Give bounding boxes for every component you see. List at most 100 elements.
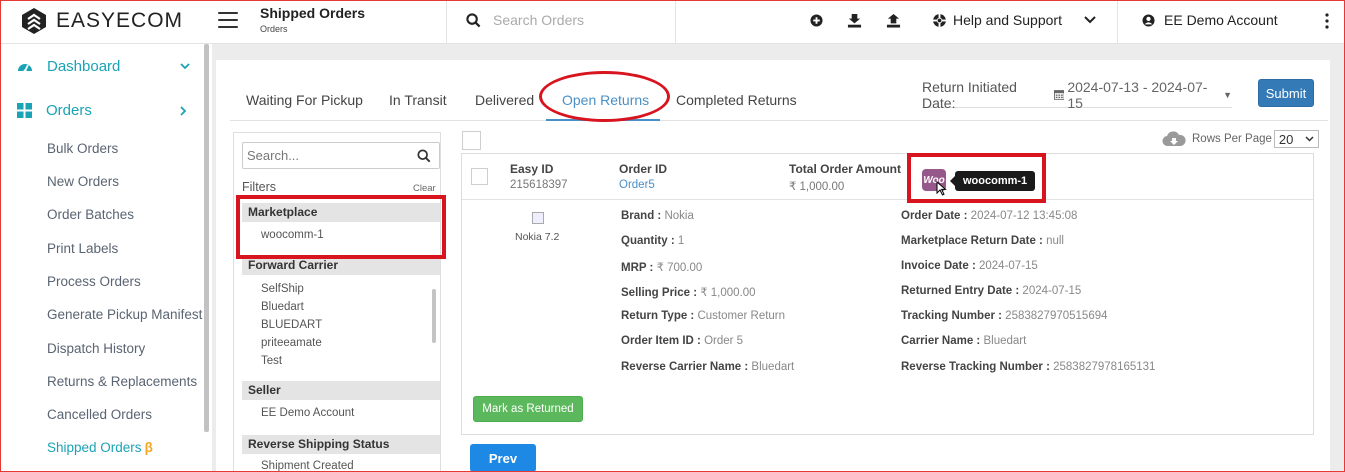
tabs-divider: [230, 120, 1328, 121]
sidebar-item-shipped-orders[interactable]: Shipped Orders β: [47, 440, 153, 455]
sidebar-item-new-orders[interactable]: New Orders: [47, 174, 119, 189]
sidebar-item-label: Shipped Orders: [47, 440, 142, 455]
submit-button[interactable]: Submit: [1258, 79, 1314, 107]
detail-order-date: Order Date : 2024-07-12 13:45:08: [901, 210, 1078, 222]
sidebar-item-process-orders[interactable]: Process Orders: [47, 274, 141, 289]
tab-in-transit[interactable]: In Transit: [389, 92, 447, 108]
select-all-checkbox[interactable]: [462, 131, 481, 150]
sidebar-item-dispatch-history[interactable]: Dispatch History: [47, 341, 145, 356]
order-search[interactable]: [466, 12, 663, 28]
detail-invoice-date: Invoice Date : 2024-07-15: [901, 260, 1038, 272]
brand-name: EASYECOM: [56, 9, 184, 32]
order-select-checkbox[interactable]: [471, 168, 488, 185]
divider: [675, 0, 676, 44]
highlight-box-marketplace: [236, 195, 446, 259]
return-date-filter[interactable]: Return Initiated Date: 2024-07-13 - 2024…: [922, 78, 1232, 111]
divider: [1117, 0, 1118, 44]
user-circle-icon: [1142, 13, 1155, 27]
detail-quantity: Quantity : 1: [621, 235, 685, 247]
detail-mrp: MRP : ₹ 700.00: [621, 262, 703, 274]
filter-option[interactable]: SelfShip: [261, 283, 304, 295]
filter-search-field[interactable]: [242, 142, 440, 169]
sidebar-scrollbar[interactable]: [204, 44, 209, 432]
sidebar-item-returns-replacements[interactable]: Returns & Replacements: [47, 374, 197, 389]
page-title: Shipped Orders: [260, 5, 366, 21]
filters-panel: Filters Clear Marketplace woocomm-1 Forw…: [233, 132, 441, 472]
filters-title: Filters: [242, 180, 277, 194]
page-subtitle: Orders: [260, 24, 288, 34]
beta-badge: β: [144, 440, 153, 455]
sidebar-item-dashboard[interactable]: Dashboard: [17, 58, 190, 75]
headset-icon: [932, 13, 947, 27]
filter-group-seller[interactable]: Seller: [242, 381, 440, 400]
sidebar-item-label: Dashboard: [47, 58, 121, 75]
chevron-down-icon: [1305, 136, 1314, 142]
filter-group-reverse-shipping-status[interactable]: Reverse Shipping Status: [242, 435, 440, 454]
help-and-support-menu[interactable]: Help and Support: [932, 12, 1096, 28]
order-id-label: Order ID: [619, 162, 668, 176]
sidebar-item-bulk-orders[interactable]: Bulk Orders: [47, 141, 118, 156]
sidebar-item-label: Orders: [46, 102, 92, 119]
logo[interactable]: EASYECOM: [20, 7, 183, 35]
divider: [446, 0, 447, 44]
easy-id-value: 215618397: [510, 179, 568, 191]
prev-page-button[interactable]: Prev: [470, 444, 536, 472]
carrier-list-scrollbar[interactable]: [432, 289, 436, 343]
download-icon[interactable]: [846, 12, 862, 28]
detail-marketplace-return-date: Marketplace Return Date : null: [901, 235, 1064, 247]
filter-option[interactable]: EE Demo Account: [261, 407, 354, 419]
add-circle-icon[interactable]: [808, 12, 824, 28]
clear-filters-link[interactable]: Clear: [413, 183, 436, 194]
filter-option[interactable]: BLUEDART: [261, 319, 322, 331]
tab-completed-returns[interactable]: Completed Returns: [676, 92, 797, 108]
highlight-box-woocommerce: [907, 153, 1046, 203]
highlight-oval: [539, 71, 670, 122]
page-title-block: Shipped Orders Orders: [260, 5, 365, 34]
tab-delivered[interactable]: Delivered: [475, 92, 534, 108]
help-label: Help and Support: [953, 12, 1062, 28]
return-date-value: 2024-07-13 - 2024-07-15: [1067, 78, 1208, 111]
sidebar-item-generate-pickup-manifest[interactable]: Generate Pickup Manifest: [47, 307, 202, 322]
search-icon: [466, 12, 481, 27]
hamburger-menu-icon[interactable]: [218, 10, 238, 30]
detail-tracking-number: Tracking Number : 2583827970515694: [901, 310, 1108, 322]
easyecom-logo-icon: [22, 8, 46, 34]
total-amount-label: Total Order Amount: [789, 162, 901, 176]
top-bar: EASYECOM Shipped Orders Orders Help and …: [0, 0, 1345, 44]
detail-selling-price: Selling Price : ₹ 1,000.00: [621, 287, 756, 299]
more-options-icon[interactable]: [1325, 13, 1329, 34]
detail-carrier-name: Carrier Name : Bluedart: [901, 335, 1027, 347]
sidebar-item-orders[interactable]: Orders: [17, 102, 187, 119]
filter-option[interactable]: Test: [261, 355, 282, 367]
order-card: Easy ID 215618397 Order ID Order5 Total …: [461, 153, 1314, 435]
sidebar-item-order-batches[interactable]: Order Batches: [47, 207, 134, 222]
upload-icon[interactable]: [885, 12, 901, 28]
filter-option[interactable]: priteeamate: [261, 337, 322, 349]
mark-as-returned-button[interactable]: Mark as Returned: [473, 396, 583, 422]
return-date-label: Return Initiated Date:: [922, 78, 1017, 111]
rows-per-page-value: 20: [1278, 131, 1294, 147]
search-orders-input[interactable]: [493, 12, 663, 28]
main-content: Waiting For Pickup In Transit Delivered …: [216, 60, 1330, 472]
chevron-right-icon: [180, 105, 187, 116]
order-id-link[interactable]: Order5: [619, 179, 667, 191]
filter-option[interactable]: Bluedart: [261, 301, 304, 313]
rows-per-page-select[interactable]: 20: [1273, 130, 1319, 148]
account-label: EE Demo Account: [1164, 12, 1278, 28]
search-icon: [417, 149, 431, 163]
detail-returned-entry-date: Returned Entry Date : 2024-07-15: [901, 285, 1082, 297]
filter-search-input[interactable]: [247, 148, 413, 163]
easy-id-label: Easy ID: [510, 162, 554, 176]
detail-brand: Brand : Nokia: [621, 210, 694, 222]
chevron-down-icon: [180, 63, 190, 70]
detail-order-item-id: Order Item ID : Order 5: [621, 335, 744, 347]
tab-waiting-for-pickup[interactable]: Waiting For Pickup: [246, 92, 363, 108]
rows-per-page-label: Rows Per Page: [1192, 133, 1272, 145]
filter-option[interactable]: Shipment Created: [261, 460, 354, 471]
sidebar-item-cancelled-orders[interactable]: Cancelled Orders: [47, 407, 152, 422]
detail-return-type: Return Type : Customer Return: [621, 310, 786, 322]
product-image: [532, 212, 544, 224]
cloud-download-icon[interactable]: [1162, 131, 1186, 147]
sidebar-item-print-labels[interactable]: Print Labels: [47, 241, 118, 256]
account-menu[interactable]: EE Demo Account: [1142, 12, 1278, 28]
